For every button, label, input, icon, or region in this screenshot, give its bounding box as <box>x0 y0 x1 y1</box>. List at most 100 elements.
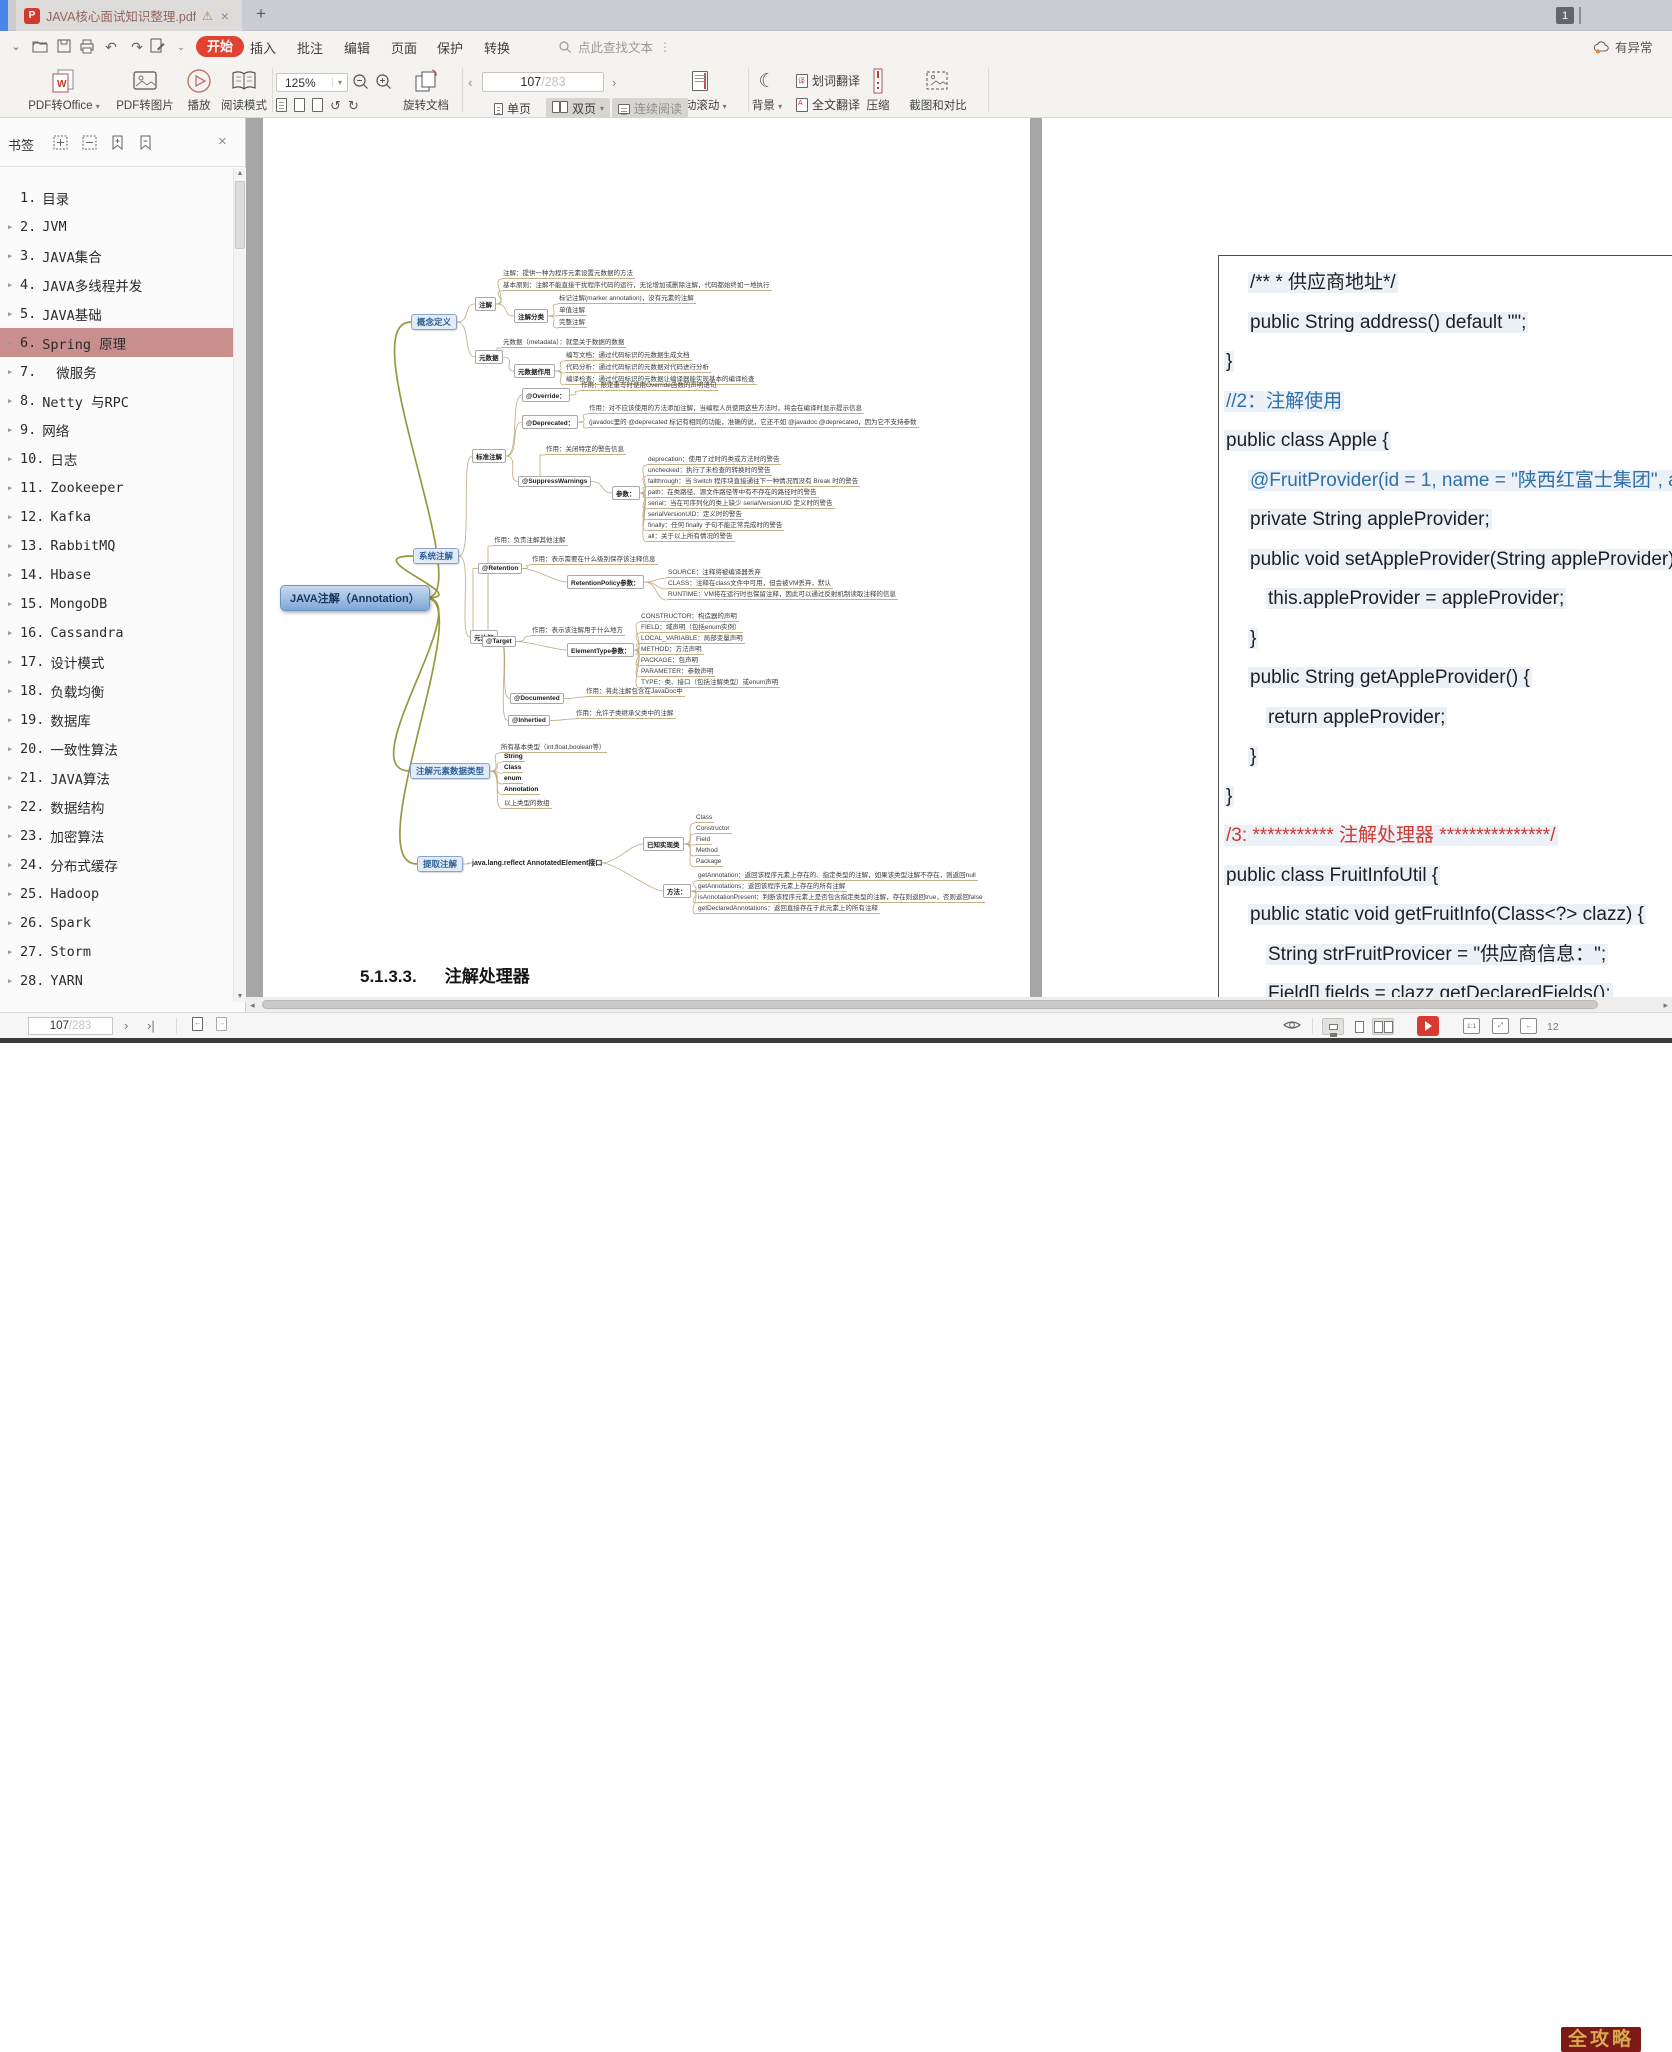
bookmark-item[interactable]: ▶28.YARN <box>0 966 233 995</box>
zoom-select[interactable]: 125% ▾ <box>276 73 348 92</box>
pdf-to-image-button[interactable]: PDF转图片 <box>112 66 178 113</box>
last-page-button[interactable]: ›| <box>147 1018 155 1033</box>
rotate-left-icon[interactable]: ↺ <box>330 98 341 114</box>
bookmark-item[interactable]: ▶2.JVM <box>0 212 233 241</box>
open-file-icon[interactable] <box>31 37 51 57</box>
bookmark-item[interactable]: ▶17.设计模式 <box>0 647 233 676</box>
bookmark-item[interactable]: ▶7.微服务 <box>0 357 233 386</box>
menu-insert[interactable]: 插入 <box>250 38 276 57</box>
menu-page[interactable]: 页面 <box>391 38 417 57</box>
document-tab[interactable]: P JAVA核心面试知识整理.pdf ⚠ × <box>16 0 242 31</box>
bookmark-item[interactable]: ▶23.加密算法 <box>0 821 233 850</box>
read-mode-button[interactable]: 阅读模式 <box>216 66 272 113</box>
menu-convert[interactable]: 转换 <box>484 38 510 57</box>
rotate-document-button[interactable]: 旋转文档 <box>396 66 456 113</box>
play-mode-button[interactable] <box>1417 1016 1439 1036</box>
tab-close-icon[interactable]: × <box>221 8 229 24</box>
expand-arrow-icon[interactable]: ▶ <box>8 774 20 782</box>
single-layout-icon[interactable] <box>1348 1018 1370 1035</box>
signature-icon[interactable] <box>148 37 168 57</box>
bookmark-item[interactable]: ▶25.Hadoop <box>0 879 233 908</box>
expand-arrow-icon[interactable]: ▶ <box>8 687 20 695</box>
expand-arrow-icon[interactable]: ▶ <box>8 977 20 985</box>
bookmark-item[interactable]: ▶19.数据库 <box>0 705 233 734</box>
expand-arrow-icon[interactable]: ▶ <box>8 890 20 898</box>
fit-visible-icon[interactable] <box>312 98 323 112</box>
bookmark-item[interactable]: ▶24.分布式缓存 <box>0 850 233 879</box>
expand-arrow-icon[interactable]: ▶ <box>8 658 20 666</box>
collapse-chevron-icon[interactable]: ⌄ <box>6 37 26 57</box>
expand-arrow-icon[interactable]: ▶ <box>8 948 20 956</box>
bookmark-item[interactable]: ▶16.Cassandra <box>0 618 233 647</box>
expand-arrow-icon[interactable]: ▶ <box>8 455 20 463</box>
bookmark-item[interactable]: ▶4.JAVA多线程并发 <box>0 270 233 299</box>
sidebar-scroll-thumb[interactable] <box>235 181 245 249</box>
promo-badge[interactable]: 全攻略 <box>1561 2027 1641 2052</box>
menu-comment[interactable]: 批注 <box>297 38 323 57</box>
scroll-right-icon[interactable]: ▸ <box>1663 1000 1668 1011</box>
menu-protect[interactable]: 保护 <box>437 38 463 57</box>
page-number-input[interactable]: 107 /283 <box>482 72 604 92</box>
expand-arrow-icon[interactable]: ▶ <box>8 716 20 724</box>
pdf-to-office-button[interactable]: W PDF转Office ▾ <box>18 66 110 113</box>
scroll-up-icon[interactable]: ▲ <box>234 170 246 177</box>
expand-arrow-icon[interactable]: ▶ <box>8 484 20 492</box>
menu-edit[interactable]: 编辑 <box>344 38 370 57</box>
actual-size-icon[interactable]: 1:1 <box>1463 1018 1480 1034</box>
scroll-down-icon[interactable]: ▼ <box>234 993 246 1000</box>
expand-arrow-icon[interactable]: ▶ <box>8 281 20 289</box>
continuous-layout-icon[interactable] <box>1322 1018 1344 1035</box>
cloud-sync-status[interactable]: 有异常 <box>1592 37 1653 56</box>
snapshot-compare-button[interactable]: 截图和对比 <box>900 66 976 113</box>
expand-arrow-icon[interactable]: ▶ <box>8 629 20 637</box>
fit-width-icon[interactable] <box>294 98 305 112</box>
double-layout-icon[interactable] <box>1372 1018 1394 1035</box>
new-tab-button[interactable]: + <box>256 4 266 24</box>
bookmark-item[interactable]: ▶3.JAVA集合 <box>0 241 233 270</box>
rotate-right-icon[interactable]: ↻ <box>348 98 359 114</box>
bookmark-item[interactable]: ▶10.日志 <box>0 444 233 473</box>
expand-arrow-icon[interactable]: ▶ <box>8 513 20 521</box>
expand-arrow-icon[interactable]: ▶ <box>8 397 20 405</box>
bookmark-item[interactable]: ▶18.负载均衡 <box>0 676 233 705</box>
expand-arrow-icon[interactable]: ▶ <box>8 426 20 434</box>
expand-arrow-icon[interactable]: ▶ <box>8 745 20 753</box>
expand-arrow-icon[interactable]: ▶ <box>8 832 20 840</box>
bookmark-item[interactable]: ▶1.目录 <box>0 183 233 212</box>
compress-button[interactable]: 压缩 <box>858 66 898 113</box>
double-page-toggle[interactable]: 双页 ▾ <box>546 98 610 119</box>
zoom-in-icon[interactable] <box>375 73 395 93</box>
continuous-read-toggle[interactable]: 连续阅读 <box>612 98 688 119</box>
eye-protect-icon[interactable] <box>1282 1017 1302 1033</box>
add-bookmark-icon[interactable] <box>110 135 126 151</box>
expand-arrow-icon[interactable]: ▶ <box>8 571 20 579</box>
bookmark-item[interactable]: ▶14.Hbase <box>0 560 233 589</box>
expand-arrow-icon[interactable]: ▶ <box>8 861 20 869</box>
expand-arrow-icon[interactable]: ▶ <box>8 600 20 608</box>
zoom-out-icon[interactable] <box>352 73 372 93</box>
bookmark-item[interactable]: ▶9.网络 <box>0 415 233 444</box>
statusbar-page-input[interactable]: 107 /283 <box>28 1017 113 1035</box>
bookmark-item[interactable]: ▶26.Spark <box>0 908 233 937</box>
bookmark-item[interactable]: ▶22.数据结构 <box>0 792 233 821</box>
undo-icon[interactable]: ↶ <box>101 37 121 57</box>
bookmark-item[interactable]: ▶15.MongoDB <box>0 589 233 618</box>
single-page-toggle[interactable]: 单页 <box>488 98 537 119</box>
expand-arrow-icon[interactable]: ▶ <box>8 223 20 231</box>
background-button[interactable]: ☾ 背景 ▾ <box>746 66 788 113</box>
expand-arrow-icon[interactable]: ▶ <box>8 310 20 318</box>
fit-width-status-icon[interactable]: ↔ <box>1520 1018 1537 1034</box>
find-text-box[interactable]: 点此查找文本 ⋮ <box>558 37 671 56</box>
expand-all-icon[interactable] <box>53 135 69 151</box>
bookmark-item[interactable]: ▶13.RabbitMQ <box>0 531 233 560</box>
bookmark-item[interactable]: ▶21.JAVA算法 <box>0 763 233 792</box>
play-button[interactable]: 播放 <box>180 66 218 113</box>
full-translate-button[interactable]: A 全文翻译 <box>790 94 866 115</box>
bookmark-item[interactable]: ▶11.Zookeeper <box>0 473 233 502</box>
menu-home[interactable]: 开始 <box>196 36 244 57</box>
fit-page-status-icon[interactable]: ⤢ <box>1492 1018 1509 1034</box>
delete-bookmark-icon[interactable] <box>138 135 154 151</box>
expand-arrow-icon[interactable]: ▶ <box>8 542 20 550</box>
horizontal-scroll-thumb[interactable] <box>262 1000 1598 1009</box>
sidebar-close-icon[interactable]: × <box>218 133 227 150</box>
